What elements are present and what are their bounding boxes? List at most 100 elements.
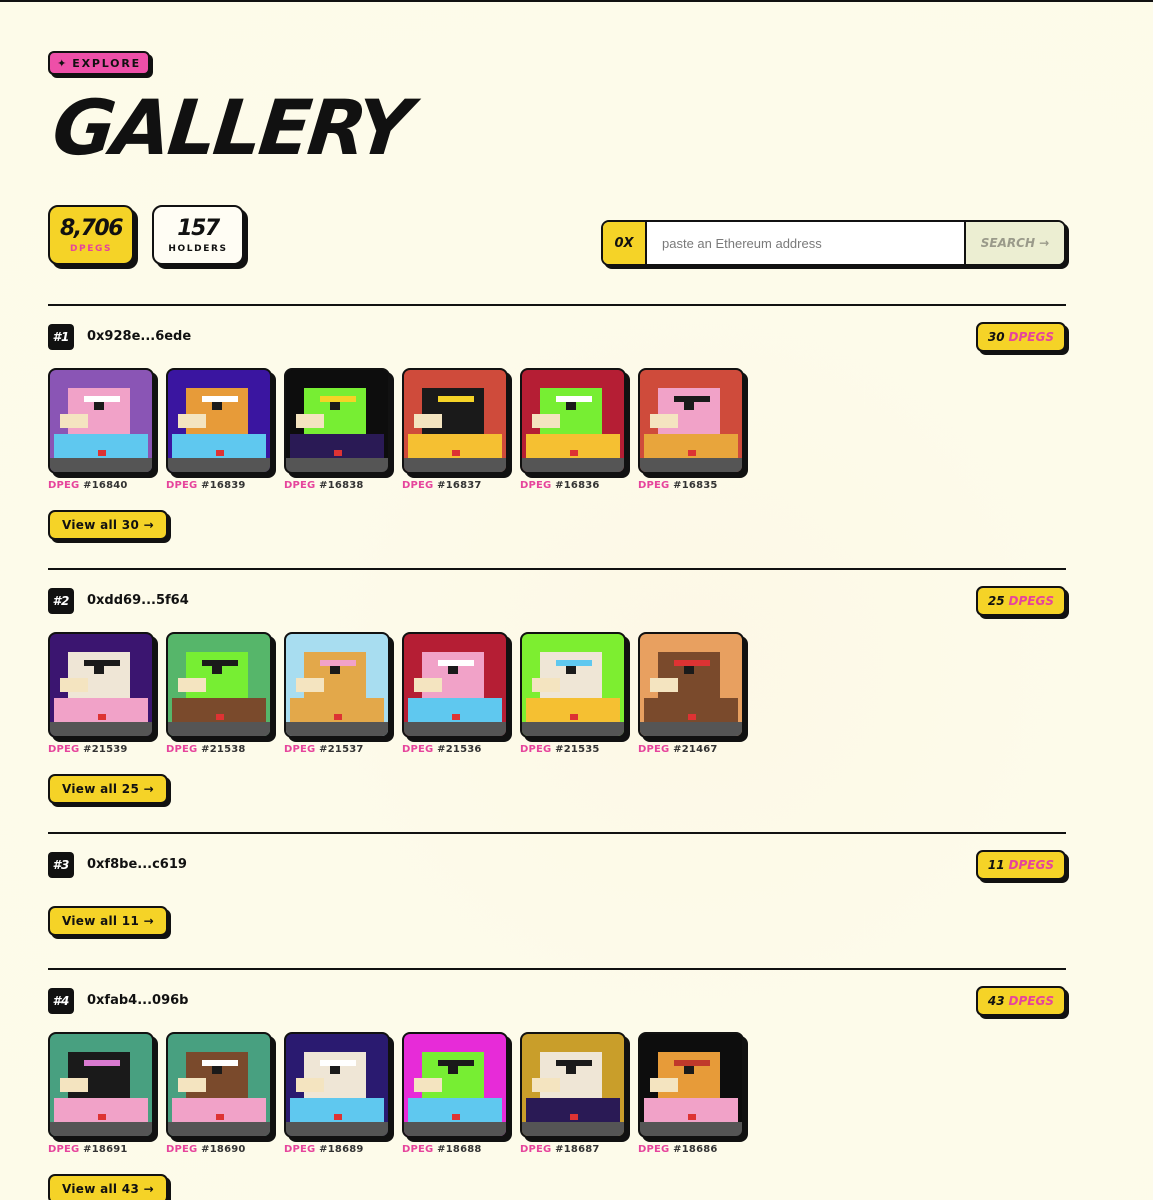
view-all-button[interactable]: View all 43 → — [48, 1174, 168, 1200]
section-divider — [48, 568, 1066, 570]
black-bird-halo-icon[interactable] — [48, 1032, 154, 1138]
avatar-base — [640, 722, 742, 736]
avatar-accessory — [320, 396, 356, 402]
avatar-pendant — [334, 450, 342, 456]
peg-prefix: DPEG — [284, 1144, 316, 1155]
orange-bear-icon[interactable] — [166, 368, 272, 474]
avatar-pendant — [688, 1114, 696, 1120]
avatar-beak — [532, 678, 560, 692]
peg-caption: DPEG #21539 — [48, 744, 154, 755]
pink-bear-visor-icon[interactable] — [402, 632, 508, 738]
stat-dpegs-label: DPEGS — [69, 243, 113, 254]
white-bear-shades-icon[interactable] — [520, 632, 626, 738]
peg-id: #18690 — [201, 1144, 246, 1155]
peg-caption: DPEG #16840 — [48, 480, 154, 491]
avatar-accessory — [556, 660, 592, 666]
green-frog-sunglasses-icon[interactable] — [166, 632, 272, 738]
avatar-pendant — [688, 450, 696, 456]
white-bird-tophat-icon[interactable] — [48, 632, 154, 738]
holder-address[interactable]: 0xdd69...5f64 — [87, 593, 189, 608]
peg-card[interactable]: DPEG #18688 — [402, 1032, 508, 1155]
search-button[interactable]: SEARCH → — [964, 222, 1064, 264]
avatar-beak — [296, 678, 324, 692]
holder-rank: #3 — [48, 852, 74, 878]
peg-id: #21538 — [201, 744, 246, 755]
white-bear-shades-icon[interactable] — [520, 1032, 626, 1138]
peg-prefix: DPEG — [402, 480, 434, 491]
holder-count-value: 25 — [987, 594, 1005, 608]
peg-card[interactable]: DPEG #18691 — [48, 1032, 154, 1155]
avatar-beak — [60, 414, 88, 428]
avatar-body — [290, 434, 384, 460]
sparkle-icon: ✦ — [57, 56, 67, 70]
avatar-beak — [414, 1078, 442, 1092]
peg-caption: DPEG #18688 — [402, 1144, 508, 1155]
holder-count-badge: 43 DPEGS — [975, 986, 1066, 1016]
avatar-accessory — [84, 1060, 120, 1066]
holder-address[interactable]: 0xfab4...096b — [87, 993, 188, 1008]
peg-card[interactable]: DPEG #18689 — [284, 1032, 390, 1155]
avatar-accessory — [320, 660, 356, 666]
peg-card[interactable]: DPEG #16840 — [48, 368, 154, 491]
peg-prefix: DPEG — [48, 744, 80, 755]
holder-address[interactable]: 0xf8be...c619 — [87, 857, 187, 872]
peg-caption: DPEG #21536 — [402, 744, 508, 755]
peg-card[interactable]: DPEG #21535 — [520, 632, 626, 755]
search-prefix: 0X — [603, 222, 647, 264]
green-frog-sunglasses-icon[interactable] — [402, 1032, 508, 1138]
avatar-beak — [60, 1078, 88, 1092]
avatar-pendant — [98, 714, 106, 720]
peg-card[interactable]: DPEG #16837 — [402, 368, 508, 491]
view-all-button[interactable]: View all 30 → — [48, 510, 168, 540]
avatar-base — [50, 722, 152, 736]
green-frog-crown-icon[interactable] — [284, 368, 390, 474]
avatar-beak — [532, 414, 560, 428]
peg-card[interactable]: DPEG #21536 — [402, 632, 508, 755]
peg-card[interactable]: DPEG #21538 — [166, 632, 272, 755]
black-bird-halo-icon[interactable] — [402, 368, 508, 474]
green-frog-icon[interactable] — [520, 368, 626, 474]
pink-wizard-icon[interactable] — [638, 368, 744, 474]
stat-holders-value: 157 — [177, 215, 220, 241]
peg-caption: DPEG #21467 — [638, 744, 744, 755]
avatar-pendant — [98, 1114, 106, 1120]
peg-card[interactable]: DPEG #21467 — [638, 632, 744, 755]
white-bird-wizard-icon[interactable] — [284, 1032, 390, 1138]
holder-section: #4 0xfab4...096b 43 DPEGS DPEG #18691 DPEG #1… — [48, 968, 1066, 1200]
avatar-body — [290, 1098, 384, 1124]
view-all-button[interactable]: View all 11 → — [48, 906, 168, 936]
peg-card[interactable]: DPEG #18686 — [638, 1032, 744, 1155]
avatar-pendant — [98, 450, 106, 456]
view-all-button[interactable]: View all 25 → — [48, 774, 168, 804]
holder-count-unit: DPEGS — [1008, 594, 1054, 608]
avatar-base — [522, 722, 624, 736]
avatar-beak — [178, 414, 206, 428]
orange-devil-icon[interactable] — [638, 1032, 744, 1138]
peg-card[interactable]: DPEG #16839 — [166, 368, 272, 491]
peg-card[interactable]: DPEG #21537 — [284, 632, 390, 755]
avatar-base — [286, 722, 388, 736]
avatar-accessory — [202, 660, 238, 666]
pink-bear-icon[interactable] — [48, 368, 154, 474]
avatar-base — [286, 1122, 388, 1136]
gold-bear-icon[interactable] — [284, 632, 390, 738]
peg-card[interactable]: DPEG #16836 — [520, 368, 626, 491]
avatar-body — [172, 434, 266, 460]
peg-card[interactable]: DPEG #18690 — [166, 1032, 272, 1155]
holder-address[interactable]: 0x928e...6ede — [87, 329, 191, 344]
address-search-input[interactable] — [647, 222, 964, 264]
avatar-pendant — [570, 714, 578, 720]
avatar-body — [644, 698, 738, 724]
explore-badge: ✦ EXPLORE — [48, 51, 150, 75]
section-divider — [48, 832, 1066, 834]
avatar-base — [50, 458, 152, 472]
peg-card[interactable]: DPEG #18687 — [520, 1032, 626, 1155]
peg-card[interactable]: DPEG #16835 — [638, 368, 744, 491]
brown-bear-icon[interactable] — [638, 632, 744, 738]
avatar-beak — [650, 1078, 678, 1092]
avatar-pendant — [570, 1114, 578, 1120]
brown-bird-icon[interactable] — [166, 1032, 272, 1138]
peg-card[interactable]: DPEG #21539 — [48, 632, 154, 755]
peg-prefix: DPEG — [638, 744, 670, 755]
peg-card[interactable]: DPEG #16838 — [284, 368, 390, 491]
